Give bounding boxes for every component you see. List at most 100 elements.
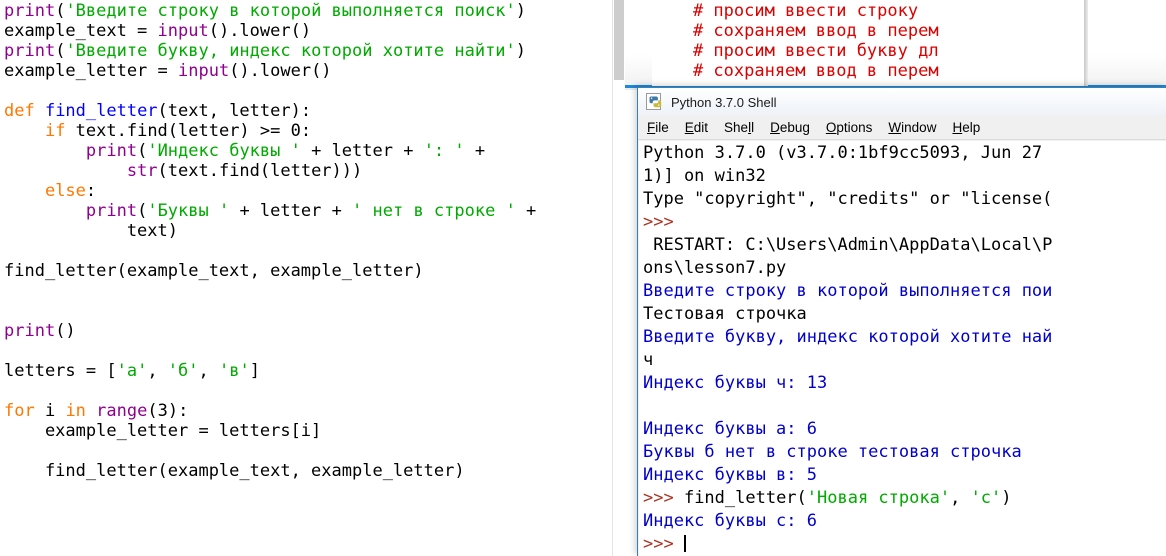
screenshot-root: print('Введите строку в которой выполняе… [0,0,1166,556]
editor-pane-edge [1084,0,1088,86]
shell-output-line: Буквы б нет в строке тестовая строчка [643,441,1022,464]
menu-item-help[interactable]: Help [952,120,980,135]
shell-output-line: Индекс буквы в: 5 [643,464,817,487]
shell-output-line: Индекс буквы ч: 13 [643,372,827,395]
code-token: ) [515,41,527,61]
code-token: text) [4,221,178,241]
editor-code-line: def find_letter(text, letter): [4,101,311,121]
editor-comment-line: # просим ввести букву дл [652,41,939,61]
editor-code-line: print('Введите строку в которой выполняе… [4,1,526,21]
python-logo-icon [646,93,664,111]
menu-item-debug[interactable]: Debug [770,120,810,135]
shell-token: Python 3.7.0 (v3.7.0:1bf9cc5093, Jun 27 [643,143,1043,163]
code-token: if [44,121,66,141]
shell-token: ) [1001,488,1012,508]
editor-code-line: example_text = input().lower() [4,21,311,41]
menu-item-options[interactable]: Options [826,120,873,135]
shell-output-line: >>> find_letter('Новая строка', 'с') [643,487,1012,510]
editor-code-line: find_letter(example_text, example_letter… [4,261,424,281]
shell-token: Индекс буквы в: 5 [643,465,817,485]
code-token: ' нет в строке ' [352,201,516,221]
code-token: ': ' [423,141,465,161]
editor-comment-line: # сохраняем ввод в перем [652,21,939,41]
shell-output-line: ч [643,349,653,372]
code-token: ().lower() [229,61,332,81]
code-token: , [147,361,168,381]
code-token: input [157,21,209,41]
code-token: 'б' [167,361,199,381]
code-token: in [65,401,86,421]
shell-token: RESTART: C:\Users\Admin\AppData\Local\P [643,235,1053,255]
code-token: range [96,401,148,421]
code-token: letters = [ [4,361,117,381]
editor-code-line [4,81,14,101]
editor-code-line [4,301,14,321]
editor-code-line: str(text.find(letter))) [4,161,362,181]
shell-token: find_letter( [683,488,807,508]
editor-code-line: for i in range(3): [4,401,188,421]
editor-scrollbar-thumb[interactable] [614,0,624,80]
shell-output-text[interactable]: Python 3.7.0 (v3.7.0:1bf9cc5093, Jun 27 1… [639,141,1166,556]
code-token: + [515,201,537,221]
code-token: example_text = [4,21,158,41]
text-caret [683,535,686,552]
shell-output-line: Введите строку в которой выполняется пои [643,280,1052,303]
editor-code-line: else: [4,181,96,201]
python-shell-window[interactable]: Python 3.7.0 Shell File Edit Shell Debug Opt… [637,87,1166,556]
editor-vertical-scrollbar[interactable] [612,0,625,556]
code-token: 'Буквы ' [147,201,230,221]
code-token: () [55,321,76,341]
code-token: + letter + [229,201,353,221]
code-token: str [126,161,158,181]
editor-code-area[interactable]: print('Введите строку в которой выполняе… [0,0,612,556]
shell-output-line: Введите букву, индекс которой хотите най [643,326,1052,349]
code-token: find_letter [44,101,158,121]
code-token: i [34,401,66,421]
code-token: print [4,321,56,341]
editor-comment-area[interactable]: # просим ввести строку # сохраняем ввод … [652,0,1084,86]
editor-code-line: print() [4,321,76,341]
code-token: ().lower() [208,21,312,41]
shell-token: 'с' [970,488,1002,508]
menu-item-shell[interactable]: Shell [724,120,754,135]
code-token: ( [55,41,66,61]
editor-comment-line: # сохраняем ввод в перем [652,61,939,81]
code-token: text.find(letter) >= 0: [65,121,312,141]
code-token: (text, letter): [157,101,312,121]
shell-menubar[interactable]: File Edit Shell Debug Options Window Help [638,116,1166,140]
shell-token: ons\lesson7.py [643,258,787,278]
shell-output-line: >>> [643,533,686,556]
editor-comment-line: # просим ввести строку [652,1,919,21]
editor-code-line [4,381,14,401]
code-token: ) [515,1,527,21]
shell-token: Введите букву, индекс которой хотите най [643,327,1053,347]
editor-code-line: print('Индекс буквы ' + letter + ': ' + [4,141,485,161]
editor-code-line: letters = ['а', 'б', 'в'] [4,361,260,381]
shell-output-line: RESTART: C:\Users\Admin\AppData\Local\P [643,234,1052,257]
shell-output-line: Индекс буквы а: 6 [643,418,817,441]
shell-titlebar[interactable]: Python 3.7.0 Shell [638,88,1166,116]
shell-token: Введите строку в которой выполняется пои [643,281,1053,301]
shell-output-line: Python 3.7.0 (v3.7.0:1bf9cc5093, Jun 27 [643,142,1042,165]
menu-item-window[interactable]: Window [888,120,936,135]
shell-output-line: Type "copyright", "credits" or "license( [643,188,1052,211]
code-token: else [44,181,86,201]
code-token: find_letter(example_text, example_letter… [4,261,424,281]
editor-code-line: find_letter(example_text, example_letter… [4,461,465,481]
shell-token: ч [643,350,654,370]
shell-output-line: 1)] on win32 [643,165,766,188]
menu-item-edit[interactable]: Edit [685,120,708,135]
menu-item-file[interactable]: File [647,120,669,135]
editor-code-line: print('Буквы ' + letter + ' нет в строке… [4,201,536,221]
code-token: print [4,1,56,21]
code-token: ( [137,141,148,161]
code-token: print [4,41,56,61]
shell-output-line: Тестовая строчка [643,303,807,326]
shell-output-line: >>> [643,211,674,234]
code-token: (text.find(letter))) [157,161,363,181]
editor-code-line: if text.find(letter) >= 0: [4,121,311,141]
